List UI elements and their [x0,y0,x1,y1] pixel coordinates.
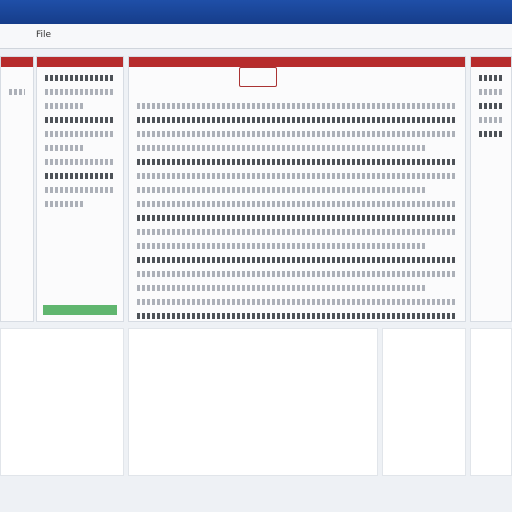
left-panel-row [45,75,115,81]
left-panel-row [45,131,115,137]
center-row [137,313,457,319]
left-panel-row [45,187,115,193]
menu-item-file[interactable]: File [36,30,51,40]
left-gutter [0,56,34,322]
bottom-block-left[interactable] [0,328,124,476]
center-row [137,145,425,151]
center-row [137,299,457,305]
bottom-block-right[interactable] [382,328,466,476]
left-gutter-stripe [1,57,33,67]
center-document[interactable] [128,56,466,322]
left-panel-row [45,159,115,165]
center-row [137,257,457,263]
center-row [137,271,457,277]
center-row [137,243,425,249]
right-panel-row [479,75,503,81]
center-row [137,159,457,165]
document-header-badge [239,67,277,87]
center-row [137,173,457,179]
left-panel-row [45,103,83,109]
left-panel-row [45,89,115,95]
left-panel-row [45,201,83,207]
center-row [137,187,425,193]
right-panel-row [479,89,503,95]
left-panel-green-strip [43,305,117,315]
left-panel-row [45,117,115,123]
center-row [137,117,457,123]
bottom-block-edge[interactable] [470,328,512,476]
left-panel-row [45,145,83,151]
right-panel-stripe [471,57,511,67]
right-panel-row [479,103,503,109]
left-panel[interactable] [36,56,124,322]
center-spacer [129,67,465,95]
window-titlebar [0,0,512,24]
center-document-stripe [129,57,465,67]
right-panel[interactable] [470,56,512,322]
center-row [137,215,457,221]
center-row [137,229,457,235]
center-row [137,103,457,109]
center-row [137,131,457,137]
left-panel-stripe [37,57,123,67]
center-row [137,201,457,207]
right-panel-row [479,117,503,123]
center-row [137,285,425,291]
right-panel-row [479,131,503,137]
menu-bar: File [0,24,512,49]
bottom-block-center[interactable] [128,328,378,476]
left-gutter-row [9,89,25,95]
left-panel-row [45,173,115,179]
